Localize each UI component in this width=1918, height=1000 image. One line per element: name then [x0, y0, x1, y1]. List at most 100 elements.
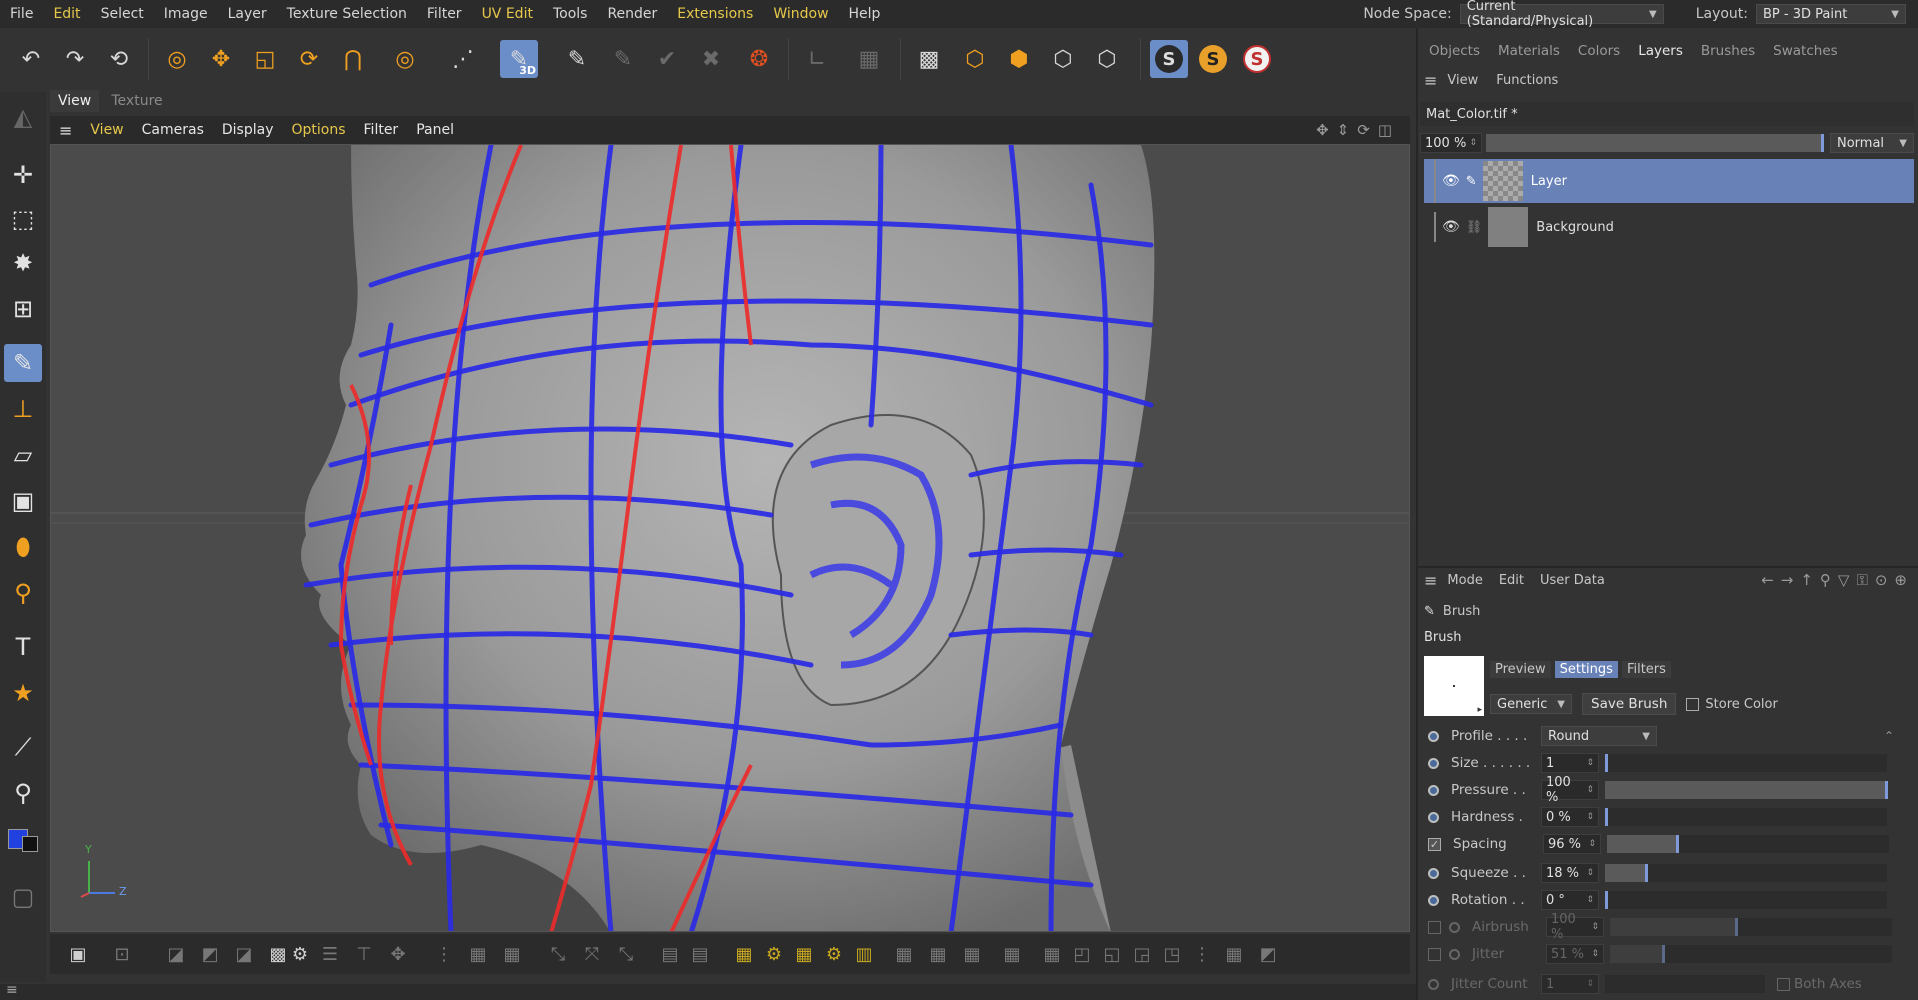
- scale-2-icon[interactable]: ⤧: [578, 940, 606, 968]
- menu-uv-edit[interactable]: UV Edit: [472, 6, 543, 22]
- scale-tool-icon[interactable]: ◱: [246, 40, 284, 78]
- paint-check-icon[interactable]: ✔: [648, 40, 686, 78]
- map-10-icon[interactable]: ⋮: [1188, 940, 1216, 968]
- paint-mode-icon[interactable]: ⋰: [444, 40, 482, 78]
- viewport-nav-icons[interactable]: ✥⇕⟳◫: [1316, 121, 1400, 139]
- uv-tool-2-icon[interactable]: ◩: [196, 940, 224, 968]
- slider-knob[interactable]: [1605, 808, 1608, 826]
- stepper-icon[interactable]: ⇕: [1586, 785, 1594, 795]
- snap-button-2[interactable]: S: [1194, 40, 1232, 78]
- paint-clear-icon[interactable]: ✖: [692, 40, 730, 78]
- param-slider[interactable]: [1605, 808, 1887, 826]
- param-slider[interactable]: [1610, 918, 1892, 936]
- eye-icon[interactable]: 👁: [1442, 219, 1460, 235]
- pack-2-icon[interactable]: ▤: [686, 940, 714, 968]
- eyedropper-tool-icon[interactable]: ⟋: [4, 728, 42, 766]
- layer-row-background[interactable]: 👁 ⛓ Background: [1424, 205, 1914, 249]
- keyframe-radio[interactable]: [1428, 811, 1439, 823]
- snap-button-3[interactable]: S: [1238, 40, 1276, 78]
- slider-knob[interactable]: [1605, 891, 1608, 909]
- reset-texture-icon[interactable]: ⟲: [100, 40, 138, 78]
- slider-knob[interactable]: [1645, 864, 1649, 882]
- color-swatch-icon[interactable]: [4, 820, 42, 858]
- pack-5-icon[interactable]: ▦: [790, 940, 818, 968]
- param-value-field[interactable]: 1 ⇕: [1541, 753, 1599, 773]
- uv-tool-1-icon[interactable]: ◪: [162, 940, 190, 968]
- attr-menu-user-data[interactable]: User Data: [1540, 573, 1605, 588]
- pencil-icon[interactable]: ✎: [1466, 174, 1477, 189]
- 3d-paint-mode-button[interactable]: ✎ 3D: [500, 40, 538, 78]
- tile-icon[interactable]: ⊡: [108, 940, 136, 968]
- text-tool-icon[interactable]: T: [4, 628, 42, 666]
- param-slider[interactable]: [1605, 754, 1887, 772]
- tab-view[interactable]: View: [50, 90, 100, 112]
- gear-icon[interactable]: ⚙: [286, 940, 314, 968]
- param-value-field[interactable]: 96 % ⇕: [1543, 834, 1601, 854]
- keyframe-radio[interactable]: [1428, 894, 1439, 906]
- vp-menu-view[interactable]: View: [81, 122, 132, 138]
- param-value-field[interactable]: 0 ° ⇕: [1541, 890, 1599, 910]
- menu-edit[interactable]: Edit: [43, 6, 90, 22]
- tab-filters[interactable]: Filters: [1621, 660, 1671, 678]
- keyframe-radio[interactable]: [1428, 867, 1439, 879]
- zoom-tool-icon[interactable]: ⚲: [4, 574, 42, 612]
- param-slider[interactable]: [1605, 781, 1888, 799]
- keyframe-radio[interactable]: [1428, 978, 1439, 990]
- select-tool-icon[interactable]: ◎: [158, 40, 196, 78]
- vp-menu-options[interactable]: Options: [282, 122, 354, 138]
- attr-menu-edit[interactable]: Edit: [1499, 573, 1524, 588]
- brush-tool-icon[interactable]: ✎: [4, 344, 42, 382]
- layer-view-icon[interactable]: ▣: [64, 940, 92, 968]
- rotate-tool-icon[interactable]: ⟳: [290, 40, 328, 78]
- param-slider[interactable]: [1605, 891, 1887, 909]
- uv-polygon-icon[interactable]: ▦: [850, 40, 888, 78]
- slider-knob[interactable]: [1605, 754, 1608, 772]
- menu-help[interactable]: Help: [839, 6, 891, 22]
- status-menu-icon[interactable]: ≡: [6, 982, 18, 998]
- both-axes-checkbox[interactable]: [1777, 977, 1790, 991]
- param-value-field[interactable]: 51 % ⇕: [1546, 944, 1604, 964]
- pack-7-icon[interactable]: ▥: [850, 940, 878, 968]
- layers-menu-view[interactable]: View: [1447, 73, 1478, 88]
- pack-4-icon[interactable]: ⚙: [760, 940, 788, 968]
- map-7-icon[interactable]: ◱: [1098, 940, 1126, 968]
- save-brush-button[interactable]: Save Brush: [1582, 693, 1677, 715]
- eraser-tool-icon[interactable]: ▱: [4, 436, 42, 474]
- rectangle-selection-icon[interactable]: ⬚: [4, 200, 42, 238]
- param-slider[interactable]: [1607, 835, 1889, 853]
- vp-menu-display[interactable]: Display: [213, 122, 283, 138]
- map-8-icon[interactable]: ◲: [1128, 940, 1156, 968]
- gradient-tool-icon[interactable]: ▣: [4, 482, 42, 520]
- tab-texture[interactable]: Texture: [103, 90, 170, 112]
- transform-icon[interactable]: ✥: [384, 940, 412, 968]
- keyframe-radio[interactable]: [1428, 730, 1439, 742]
- move-tool-icon[interactable]: ✥: [202, 40, 240, 78]
- param-value-field[interactable]: 100 % ⇕: [1546, 912, 1604, 942]
- paint-uv-icon[interactable]: ✎: [604, 40, 642, 78]
- stamp-tool-icon[interactable]: ⊥: [4, 390, 42, 428]
- map-5-icon[interactable]: ▦: [1038, 940, 1066, 968]
- store-color-checkbox[interactable]: [1686, 697, 1700, 711]
- cube-point-icon[interactable]: ⬡: [1088, 40, 1126, 78]
- stepper-icon[interactable]: ⇕: [1591, 922, 1599, 932]
- hamburger-icon[interactable]: ≡: [1424, 571, 1437, 590]
- pack-6-icon[interactable]: ⚙: [820, 940, 848, 968]
- scale-1-icon[interactable]: ⤡: [544, 940, 572, 968]
- param-slider[interactable]: [1610, 945, 1892, 963]
- stepper-icon[interactable]: ⇕: [1586, 895, 1594, 905]
- param-checkbox[interactable]: [1428, 920, 1441, 934]
- keyframe-radio[interactable]: [1428, 784, 1439, 796]
- slider-knob[interactable]: [1885, 781, 1888, 799]
- preset-dropdown[interactable]: Generic ▼: [1490, 694, 1572, 714]
- param-value-field[interactable]: 18 % ⇕: [1541, 863, 1599, 883]
- menu-tools[interactable]: Tools: [543, 6, 598, 22]
- param-value-field[interactable]: 100 % ⇕: [1541, 775, 1599, 805]
- node-space-dropdown[interactable]: Current (Standard/Physical) ▼: [1459, 0, 1664, 29]
- profile-dropdown[interactable]: Round ▼: [1541, 726, 1657, 746]
- menu-image[interactable]: Image: [154, 6, 218, 22]
- eye-icon[interactable]: 👁: [1442, 173, 1460, 189]
- stepper-icon[interactable]: ⇕: [1588, 839, 1596, 849]
- hamburger-icon[interactable]: ≡: [1424, 71, 1437, 90]
- vp-menu-filter[interactable]: Filter: [355, 122, 408, 138]
- lock-icon[interactable]: ⛓: [1466, 220, 1483, 235]
